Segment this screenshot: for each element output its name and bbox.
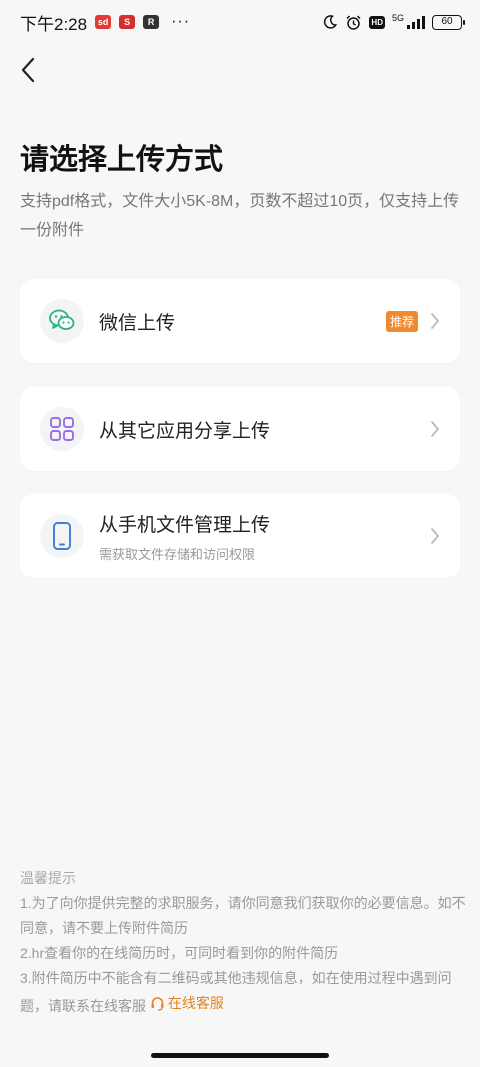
status-left: 下午2:28 sd S R ··· bbox=[20, 10, 190, 35]
wechat-upload-option[interactable]: 微信上传 推荐 bbox=[20, 279, 460, 363]
tips-line-2: 2.hr查看你的在线简历时，可同时看到你的附件简历 bbox=[20, 945, 339, 961]
tips-line-1: 1.为了向你提供完整的求职服务，请你同意我们获取你的必要信息。如不同意，请不要上… bbox=[20, 895, 466, 936]
phone-icon bbox=[40, 514, 84, 558]
chevron-right-icon bbox=[431, 528, 439, 544]
option-text: 从其它应用分享上传 bbox=[99, 416, 430, 443]
alarm-icon bbox=[346, 14, 361, 30]
option-text: 从手机文件管理上传 需获取文件存储和访问权限 bbox=[99, 510, 430, 563]
status-time: 下午2:28 bbox=[20, 14, 88, 34]
back-arrow-icon bbox=[21, 57, 35, 83]
online-service-label: 在线客服 bbox=[167, 995, 224, 1011]
notification-app-icon: S bbox=[119, 15, 136, 29]
status-right: HD 5G 60 bbox=[322, 12, 465, 31]
page-title: 请选择上传方式 bbox=[20, 144, 224, 176]
hd-call-badge: HD bbox=[369, 15, 385, 29]
recommended-badge: 推荐 bbox=[385, 310, 418, 332]
battery-icon: 60 bbox=[432, 14, 465, 30]
page-subtitle: 支持pdf格式，文件大小5K-8M，页数不超过10页，仅支持上传一份附件 bbox=[20, 193, 460, 239]
chevron-right-icon bbox=[431, 313, 439, 329]
tips-line-3-text: 3.附件简历中不能含有二维码或其他违规信息，如在使用过程中遇到问题，请联系在线客… bbox=[20, 970, 452, 1014]
option-label: 微信上传 bbox=[99, 312, 176, 334]
tips-title: 温馨提示 bbox=[20, 870, 76, 886]
moon-icon bbox=[324, 15, 338, 29]
option-label: 从手机文件管理上传 bbox=[99, 514, 271, 536]
back-button[interactable] bbox=[12, 52, 44, 88]
headset-icon bbox=[151, 997, 164, 1011]
online-service-link[interactable]: 在线客服 bbox=[150, 991, 224, 1016]
tips-line-3: 3.附件简历中不能含有二维码或其他违规信息，如在使用过程中遇到问题，请联系在线客… bbox=[20, 966, 466, 1019]
option-description: 需获取文件存储和访问权限 bbox=[99, 546, 256, 562]
notification-app-icon: R bbox=[143, 15, 160, 29]
file-manager-upload-option[interactable]: 从手机文件管理上传 需获取文件存储和访问权限 bbox=[20, 494, 460, 578]
tips-section: 温馨提示 1.为了向你提供完整的求职服务，请你同意我们获取你的必要信息。如不同意… bbox=[20, 866, 466, 1019]
option-label: 从其它应用分享上传 bbox=[99, 420, 271, 442]
share-from-other-apps-option[interactable]: 从其它应用分享上传 bbox=[20, 387, 460, 471]
network-type: 5G bbox=[391, 12, 404, 23]
home-indicator[interactable] bbox=[151, 1053, 329, 1058]
status-bar: 下午2:28 sd S R ··· HD 5G 60 bbox=[0, 0, 480, 44]
chevron-right-icon bbox=[431, 421, 439, 437]
apps-grid-icon bbox=[40, 407, 84, 451]
signal-icon bbox=[407, 15, 425, 29]
more-notifications-icon: ··· bbox=[171, 13, 191, 30]
option-text: 微信上传 bbox=[99, 308, 386, 335]
wechat-icon bbox=[40, 299, 84, 343]
notification-app-icon: sd bbox=[95, 15, 112, 29]
